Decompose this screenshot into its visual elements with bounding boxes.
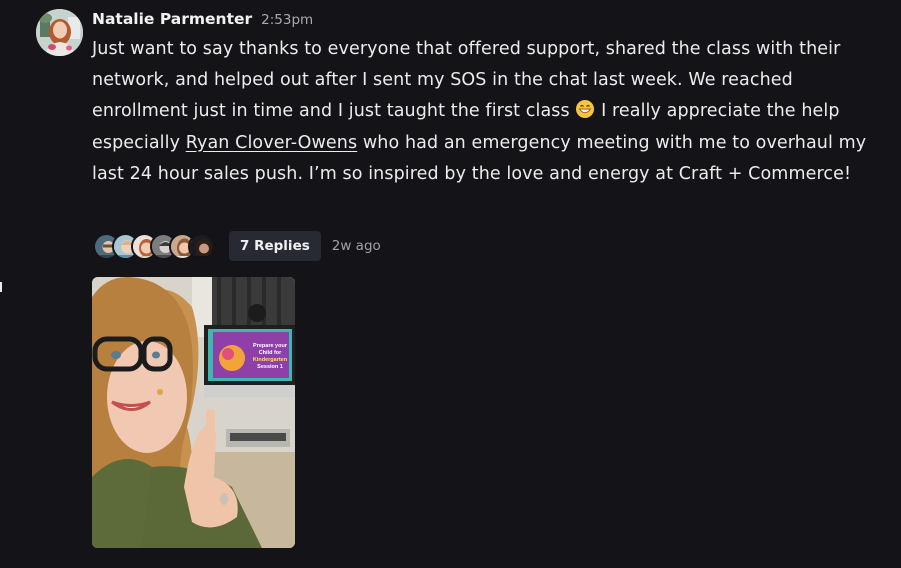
post-message: Just want to say thanks to everyone that… — [92, 34, 882, 190]
attached-photo[interactable]: Prepare your Child for Kindergarten Sess… — [92, 277, 295, 548]
reply-avatar — [188, 232, 215, 260]
svg-text:Child for: Child for — [259, 350, 282, 356]
reply-avatars[interactable] — [93, 232, 215, 260]
svg-text:Session 1: Session 1 — [257, 364, 283, 370]
text-cursor — [0, 282, 2, 292]
post-header: Natalie Parmenter 2:53pm — [92, 10, 313, 32]
post-timestamp: 2:53pm — [261, 12, 314, 28]
last-reply-time: 2w ago — [331, 238, 381, 254]
replies-button[interactable]: 7 Replies — [229, 231, 321, 261]
svg-text:Kindergarten: Kindergarten — [253, 357, 288, 363]
author-avatar[interactable] — [36, 9, 83, 56]
author-name[interactable]: Natalie Parmenter — [92, 10, 252, 28]
svg-text:Prepare your: Prepare your — [253, 343, 288, 349]
thread-summary[interactable]: 7 Replies 2w ago — [93, 229, 381, 263]
grinning-face-emoji-icon — [575, 99, 595, 119]
user-mention-link[interactable]: Ryan Clover-Owens — [186, 133, 358, 153]
